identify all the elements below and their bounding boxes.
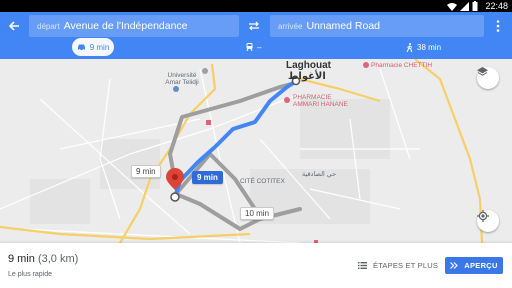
poi-pin-icon <box>363 62 369 68</box>
destination-field[interactable]: arrivée Unnamed Road <box>270 15 484 37</box>
mode-drive-tab[interactable]: 9 min <box>72 38 114 56</box>
mode-transit-time: – <box>257 42 262 52</box>
status-time: 22:48 <box>485 1 508 11</box>
layers-icon <box>477 67 488 76</box>
status-icons <box>447 1 478 11</box>
poi-square-icon <box>206 120 211 125</box>
destination-label: arrivée <box>278 21 303 31</box>
my-location-icon <box>477 210 489 222</box>
back-arrow-icon <box>8 21 19 31</box>
status-bar: 22:48 <box>0 0 512 12</box>
mode-drive-time: 9 min <box>89 42 110 52</box>
route-summary: 9 min (3,0 km) <box>8 253 78 265</box>
more-vert-icon <box>496 20 500 32</box>
steps-and-more-label: ÉTAPES ET PLUS <box>373 260 439 270</box>
route-duration: 9 min <box>8 253 35 265</box>
preview-label: APERÇU <box>464 261 498 270</box>
origin-label: départ <box>37 21 60 31</box>
train-icon <box>246 43 253 51</box>
map-label-town: Laghouat <box>286 60 331 71</box>
mode-transit-tab[interactable]: – <box>246 38 261 56</box>
car-icon <box>77 44 85 51</box>
route-summary-sheet[interactable]: 9 min (3,0 km) Le plus rapide ÉTAPES ET … <box>0 243 512 288</box>
route-time-alt-left[interactable]: 9 min <box>131 165 161 178</box>
swap-icon <box>249 21 259 31</box>
layers-button[interactable] <box>477 67 499 89</box>
my-location-button[interactable] <box>477 210 499 232</box>
mode-walk-tab[interactable]: 38 min <box>406 38 441 56</box>
directions-header: départ Avenue de l'Indépendance arrivée … <box>0 12 512 59</box>
swap-button[interactable] <box>245 17 263 35</box>
map-label-hay-sadiqia: حي الصادقية <box>302 171 337 178</box>
map-label-cite-cotitex: CITÉ COTITEX <box>240 178 285 185</box>
university-marker-icon <box>173 86 179 92</box>
route-distance: (3,0 km) <box>37 253 79 265</box>
double-chevron-icon <box>450 262 459 269</box>
poi-marker-icon <box>202 68 208 74</box>
mode-walk-time: 38 min <box>417 42 442 52</box>
map-label-university: Université Amar Telidji <box>165 72 199 86</box>
battery-icon <box>472 1 478 11</box>
route-time-alt-bottom[interactable]: 10 min <box>240 207 275 220</box>
map-label-town-arabic: الأغواط <box>288 71 326 82</box>
route-subtitle: Le plus rapide <box>8 271 52 278</box>
map-label-pharmacie-ammari: PHARMACIE AMMARI HANANE <box>293 94 348 108</box>
origin-value: Avenue de l'Indépendance <box>63 20 188 32</box>
route-time-main[interactable]: 9 min <box>192 171 223 184</box>
list-icon <box>358 261 367 269</box>
steps-and-more-button[interactable]: ÉTAPES ET PLUS <box>358 258 438 272</box>
origin-field[interactable]: départ Avenue de l'Indépendance <box>29 15 239 37</box>
preview-button[interactable]: APERÇU <box>445 257 503 274</box>
map-view[interactable]: Université Amar Telidji Laghouat الأغواط… <box>0 59 512 243</box>
more-options-button[interactable] <box>490 16 506 36</box>
wifi-icon <box>447 2 457 11</box>
pharmacy-pin-icon <box>284 97 290 103</box>
back-button[interactable] <box>4 16 24 36</box>
map-label-pharmacie-chettih: Pharmacie CHETTIH <box>371 62 433 69</box>
destination-value: Unnamed Road <box>306 20 380 32</box>
signal-icon <box>460 1 469 11</box>
walking-icon <box>406 42 413 52</box>
